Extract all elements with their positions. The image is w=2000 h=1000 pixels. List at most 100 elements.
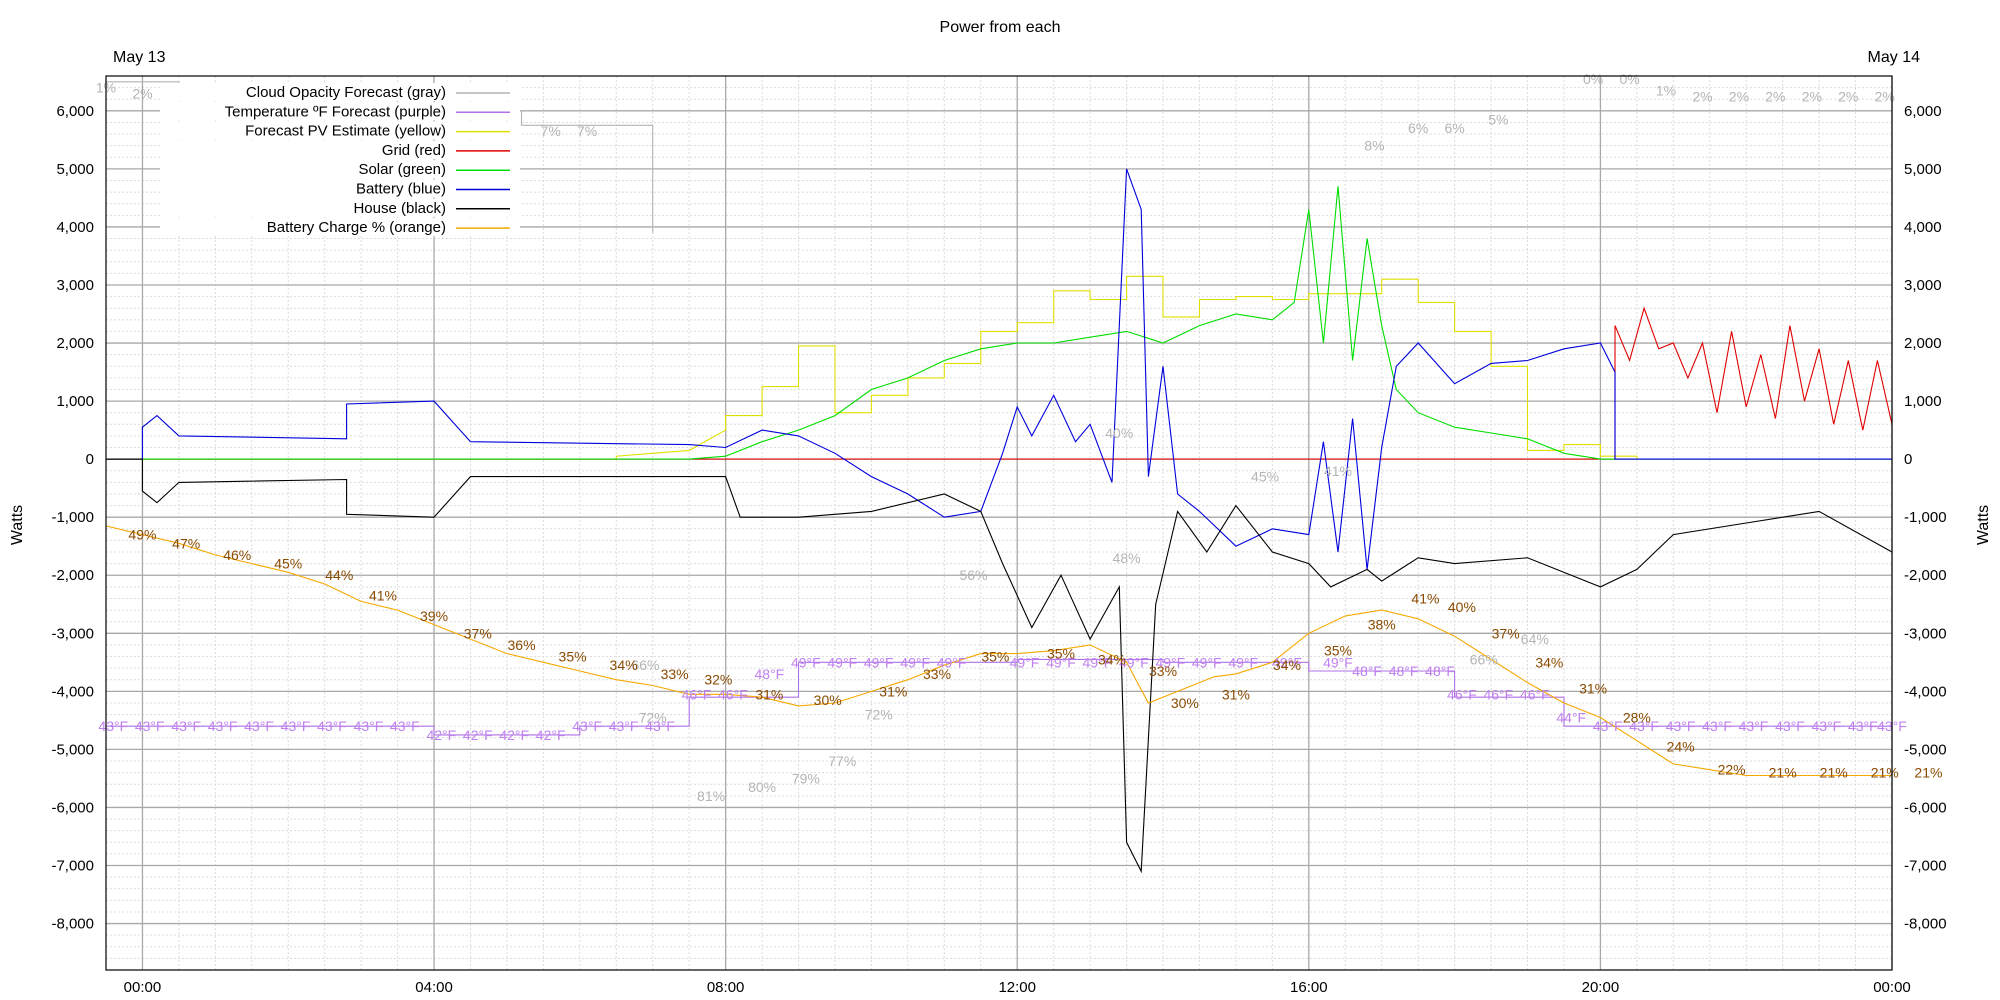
data-label: 35% bbox=[981, 649, 1009, 665]
data-label: 46°F bbox=[682, 686, 712, 702]
data-label: 43°F bbox=[135, 718, 165, 734]
y-tick-label-left: -1,000 bbox=[51, 509, 94, 526]
data-label: 44% bbox=[325, 567, 353, 583]
data-label: 49°F bbox=[791, 654, 821, 670]
data-label: 5% bbox=[1488, 112, 1508, 128]
legend-bg bbox=[160, 198, 520, 217]
y-tick-label-right: -5,000 bbox=[1904, 741, 1947, 758]
data-label: 49°F bbox=[1010, 654, 1040, 670]
data-label: 46°F bbox=[1483, 686, 1513, 702]
legend-entry: Battery Charge % (orange) bbox=[267, 219, 446, 236]
y-tick-label-right: -4,000 bbox=[1904, 683, 1947, 700]
y-tick-label-right: -7,000 bbox=[1904, 858, 1947, 875]
data-label: 43°F bbox=[354, 718, 384, 734]
data-label: 2% bbox=[1802, 88, 1822, 104]
data-label: 72% bbox=[865, 707, 893, 723]
legend-entry: Solar (green) bbox=[358, 161, 446, 178]
date-left: May 13 bbox=[113, 49, 166, 66]
x-tick-label: 08:00 bbox=[707, 979, 745, 996]
data-label: 56% bbox=[959, 567, 987, 583]
data-label: 43°F bbox=[1848, 718, 1878, 734]
data-label: 79% bbox=[792, 770, 820, 786]
data-label: 8% bbox=[1364, 138, 1384, 154]
legend-bg bbox=[160, 160, 520, 179]
data-label: 46°F bbox=[1447, 686, 1477, 702]
data-label: 2% bbox=[1838, 88, 1858, 104]
data-label: 31% bbox=[755, 686, 783, 702]
data-label: 46°F bbox=[718, 686, 748, 702]
data-label: 64% bbox=[1521, 631, 1549, 647]
data-label: 42°F bbox=[426, 727, 456, 743]
data-label: 42°F bbox=[499, 727, 529, 743]
series-line bbox=[106, 275, 1638, 460]
data-label: 0% bbox=[1583, 71, 1603, 87]
data-label: 2% bbox=[1729, 88, 1749, 104]
data-label: 36% bbox=[508, 637, 536, 653]
data-label: 1% bbox=[1656, 83, 1676, 99]
legend-entry: Forecast PV Estimate (yellow) bbox=[245, 123, 446, 140]
data-label: 34% bbox=[1273, 657, 1301, 673]
y-tick-label-left: -7,000 bbox=[51, 858, 94, 875]
data-label: 43°F bbox=[390, 718, 420, 734]
data-label: 21% bbox=[1871, 765, 1899, 781]
data-label: 7% bbox=[577, 123, 597, 139]
y-tick-label-left: 2,000 bbox=[56, 335, 94, 352]
data-label: 45% bbox=[274, 556, 302, 572]
data-label: 30% bbox=[814, 692, 842, 708]
data-label: 41% bbox=[1411, 590, 1439, 606]
data-label: 43°F bbox=[244, 718, 274, 734]
y-tick-label-left: -2,000 bbox=[51, 567, 94, 584]
legend-entry: Temperature ºF Forecast (purple) bbox=[225, 103, 446, 120]
data-label: 45% bbox=[1251, 469, 1279, 485]
y-tick-label-right: -6,000 bbox=[1904, 799, 1947, 816]
legend-entry: Cloud Opacity Forecast (gray) bbox=[246, 84, 446, 101]
data-label: 80% bbox=[748, 779, 776, 795]
x-tick-label: 00:00 bbox=[124, 979, 162, 996]
y-tick-label-right: -1,000 bbox=[1904, 509, 1947, 526]
data-label: 43°F bbox=[317, 718, 347, 734]
data-label: 42°F bbox=[536, 727, 566, 743]
data-label: 31% bbox=[879, 683, 907, 699]
data-label: 34% bbox=[610, 657, 638, 673]
data-label: 33% bbox=[923, 666, 951, 682]
y-tick-label-left: -8,000 bbox=[51, 916, 94, 933]
data-label: 43°F bbox=[1666, 718, 1696, 734]
data-label: 31% bbox=[1579, 680, 1607, 696]
data-label: 40% bbox=[1105, 425, 1133, 441]
data-label: 0% bbox=[1619, 71, 1639, 87]
data-label: 37% bbox=[1492, 625, 1520, 641]
data-label: 2% bbox=[1765, 88, 1785, 104]
data-label: 49°F bbox=[864, 654, 894, 670]
x-tick-label: 04:00 bbox=[415, 979, 453, 996]
series-line bbox=[106, 306, 1893, 460]
y-tick-label-right: 5,000 bbox=[1904, 161, 1942, 178]
legend: Cloud Opacity Forecast (gray) Temperature… bbox=[160, 83, 520, 237]
data-label: 43°F bbox=[281, 718, 311, 734]
data-label: 41% bbox=[369, 588, 397, 604]
data-label: 2% bbox=[1692, 88, 1712, 104]
y-tick-label-left: -4,000 bbox=[51, 683, 94, 700]
y-axis-label-right: Watts bbox=[1975, 505, 1992, 545]
data-label: 43°F bbox=[1775, 718, 1805, 734]
data-label: 35% bbox=[559, 649, 587, 665]
y-tick-label-left: -6,000 bbox=[51, 799, 94, 816]
data-label: 21% bbox=[1769, 765, 1797, 781]
data-label: 39% bbox=[420, 608, 448, 624]
y-tick-label-left: -5,000 bbox=[51, 741, 94, 758]
y-tick-label-right: 6,000 bbox=[1904, 103, 1942, 120]
data-label: 7% bbox=[541, 123, 561, 139]
data-label: 49°F bbox=[827, 654, 857, 670]
y-tick-label-left: -3,000 bbox=[51, 625, 94, 642]
chart-title: Power from each bbox=[940, 19, 1061, 36]
y-tick-label-right: 1,000 bbox=[1904, 393, 1942, 410]
data-label: 48°F bbox=[1425, 663, 1455, 679]
y-tick-label-right: -2,000 bbox=[1904, 567, 1947, 584]
data-label: 48°F bbox=[1352, 663, 1382, 679]
data-label: 46°F bbox=[1520, 686, 1550, 702]
data-label: 40% bbox=[1448, 599, 1476, 615]
series-line bbox=[106, 458, 1893, 874]
data-label: 33% bbox=[661, 666, 689, 682]
data-label: 2% bbox=[132, 85, 152, 101]
data-label: 21% bbox=[1820, 765, 1848, 781]
data-label: 42°F bbox=[463, 727, 493, 743]
